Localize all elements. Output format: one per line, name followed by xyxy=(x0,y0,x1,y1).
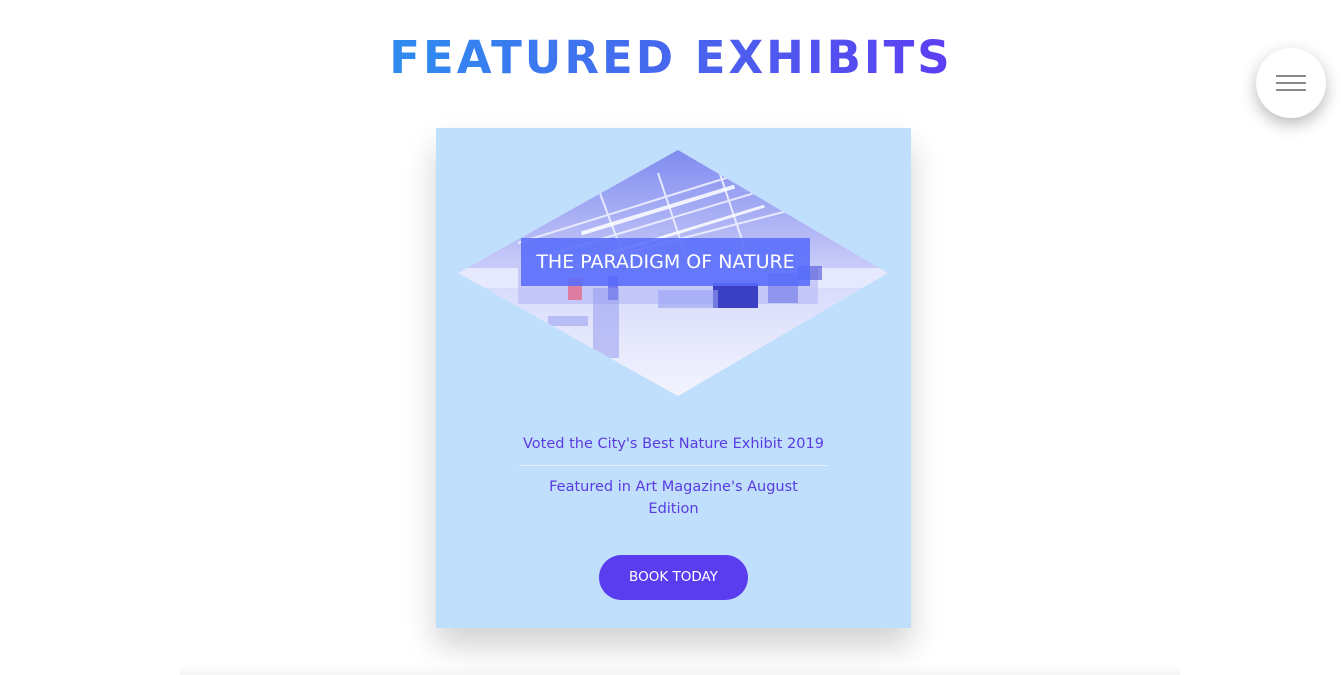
next-section-edge xyxy=(180,664,1180,675)
award-divider xyxy=(519,465,828,466)
book-today-button[interactable]: BOOK TODAY xyxy=(599,555,748,600)
award-text: Featured in Art Magazine's August Editio… xyxy=(549,479,798,517)
menu-button[interactable] xyxy=(1256,48,1326,118)
award-text: Voted the City's Best Nature Exhibit 201… xyxy=(523,436,824,452)
page: FEATURED EXHIBITS THE PARADIGM OF NATURE… xyxy=(0,0,1342,675)
hamburger-menu-icon-line xyxy=(1276,82,1306,84)
exhibit-card: THE PARADIGM OF NATURE Voted the City's … xyxy=(436,128,911,628)
section-title: FEATURED EXHIBITS xyxy=(0,30,1342,86)
section-title-text: FEATURED EXHIBITS xyxy=(389,31,953,84)
exhibit-title-label: THE PARADIGM OF NATURE xyxy=(521,238,810,286)
hamburger-menu-icon-line xyxy=(1276,89,1306,91)
hamburger-menu-icon xyxy=(1276,75,1306,77)
